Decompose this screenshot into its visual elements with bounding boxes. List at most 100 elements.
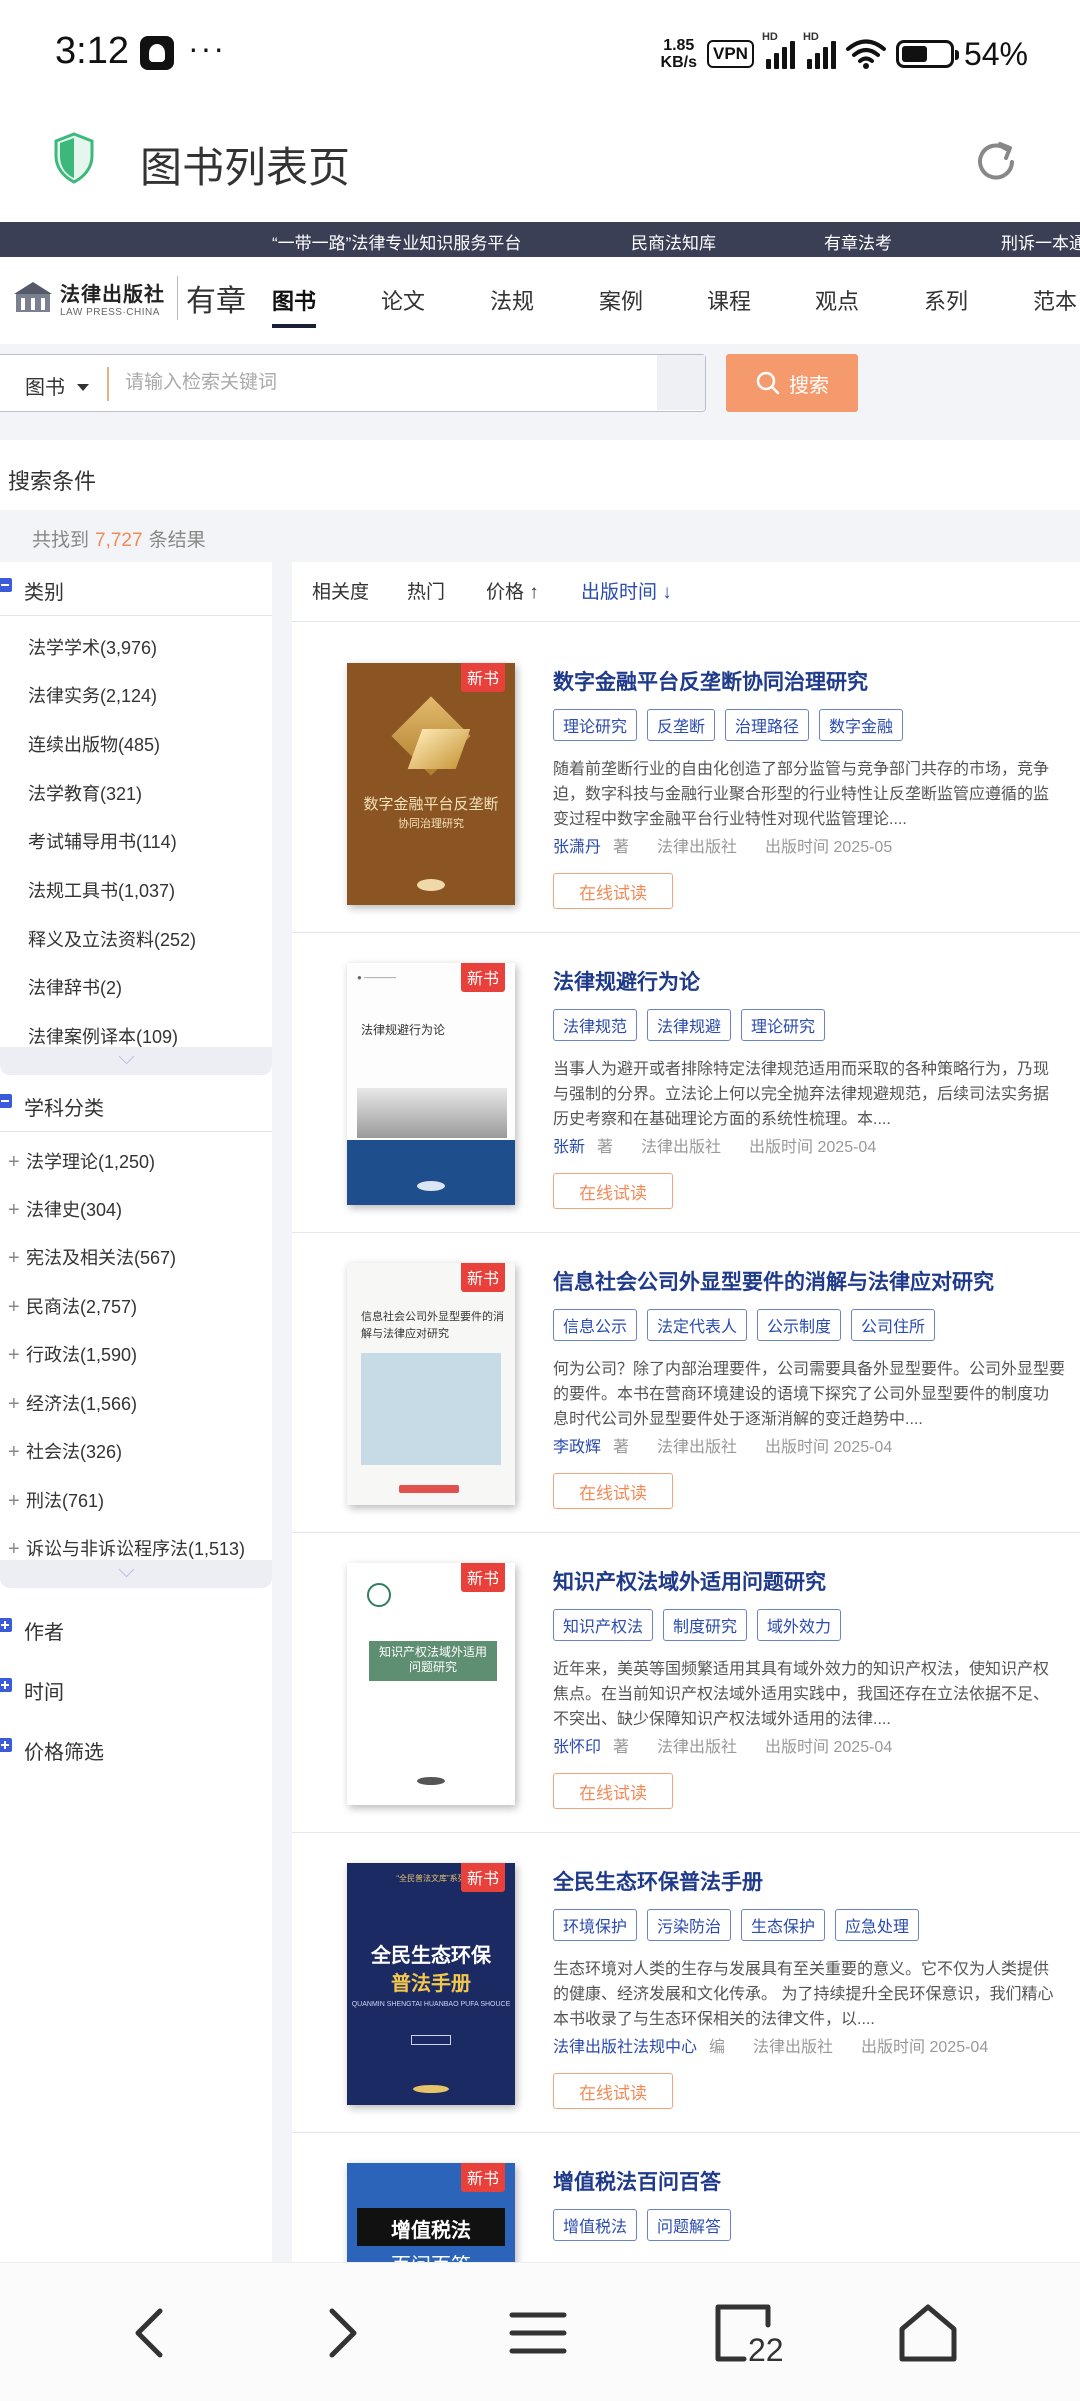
book-cover[interactable]: 新书 知识产权法域外适用 问题研究 [347,1563,515,1805]
discipline-item[interactable]: + 宪法及相关法(567) [8,1244,176,1270]
book-tag[interactable]: 污染防治 [647,1909,732,1941]
book-author[interactable]: 李政辉 [553,1439,601,1456]
book-title[interactable]: 全民生态环保普法手册 [553,1866,763,1896]
site-logo[interactable]: 法律出版社 LAW PRESS·CHINA 有章 [12,276,246,320]
sort-price[interactable]: 价格 ↑ [486,577,539,604]
top-link-civil-law[interactable]: 民商法知库 [631,229,716,254]
search-input[interactable] [125,363,645,403]
book-cover[interactable]: 新书 信息社会公司外显型要件的消解与法律应对研究 [347,1263,515,1505]
filter-category-header[interactable]: 类别 [0,562,272,616]
discipline-item[interactable]: + 行政法(1,590) [8,1341,137,1367]
book-author[interactable]: 张潇丹 [553,839,601,856]
search-button[interactable]: 搜索 [726,354,858,412]
discipline-item[interactable]: + 诉讼与非诉讼程序法(1,513) [8,1535,245,1561]
book-tag[interactable]: 环境保护 [553,1909,638,1941]
sort-popular[interactable]: 热门 [407,577,445,604]
discipline-item[interactable]: + 经济法(1,566) [8,1390,137,1416]
book-tag[interactable]: 域外效力 [757,1609,842,1641]
category-item[interactable]: 考试辅导用书(114) [28,828,177,854]
book-role: 著 [613,839,630,856]
read-online-button[interactable]: 在线试读 [553,2073,673,2109]
book-cover[interactable]: 新书 ● ———— 法律规避行为论 [347,963,515,1205]
book-tag[interactable]: 法定代表人 [647,1309,748,1341]
book-cover[interactable]: 新书 “全民普法文库”系列 全民生态环保 普法手册 QUANMIN SHENGT… [347,1863,515,2105]
menu-button[interactable] [506,2301,570,2365]
book-tag[interactable]: 法律规避 [647,1009,732,1041]
book-tag[interactable]: 信息公示 [553,1309,638,1341]
book-tag[interactable]: 制度研究 [663,1609,748,1641]
top-link-exam[interactable]: 有章法考 [824,229,892,254]
nav-tab-regulations[interactable]: 法规 [490,284,534,316]
nav-tab-opinions[interactable]: 观点 [815,284,859,316]
book-title[interactable]: 法律规避行为论 [553,966,700,996]
book-title[interactable]: 信息社会公司外显型要件的消解与法律应对研究 [553,1266,994,1296]
book-tag[interactable]: 法律规范 [553,1009,638,1041]
book-title[interactable]: 数字金融平台反垄断协同治理研究 [553,666,868,696]
book-tag[interactable]: 应急处理 [835,1909,920,1941]
discipline-item[interactable]: + 法学理论(1,250) [8,1148,155,1174]
nav-tab-cases[interactable]: 案例 [599,284,643,316]
read-online-button[interactable]: 在线试读 [553,1473,673,1509]
top-link-criminal[interactable]: 刑诉一本通 [1001,229,1080,254]
book-cover[interactable]: 新书 数字金融平台反垄断 协同治理研究 [347,663,515,905]
book-author[interactable]: 法律出版社法规中心 [553,2039,697,2056]
category-item[interactable]: 释义及立法资料(252) [28,926,196,952]
book-tag[interactable]: 反垄断 [647,709,716,741]
nav-tab-courses[interactable]: 课程 [707,284,751,316]
sort-relevance[interactable]: 相关度 [312,577,369,604]
book-tag[interactable]: 问题解答 [647,2209,732,2241]
tabs-button[interactable]: 22 [708,2301,788,2368]
browser-title-bar: 图书列表页 [0,108,1080,220]
read-online-button[interactable]: 在线试读 [553,873,673,909]
top-link-belt-road[interactable]: “一带一路”法律专业知识服务平台 [272,229,521,254]
book-tag[interactable]: 治理路径 [725,709,810,741]
read-online-button[interactable]: 在线试读 [553,1773,673,1809]
discipline-item[interactable]: + 刑法(761) [8,1487,104,1513]
book-tag[interactable]: 理论研究 [741,1009,826,1041]
battery-icon [895,40,959,68]
nav-tab-books[interactable]: 图书 [272,284,317,328]
book-meta: 张新著 法律出版社 出版时间 2025-04 [553,1133,876,1157]
read-online-button[interactable]: 在线试读 [553,1173,673,1209]
search-type-select[interactable]: 图书 [25,371,89,400]
expand-categories-toggle[interactable] [0,1047,272,1075]
forward-button[interactable] [308,2301,372,2365]
reload-icon[interactable] [970,136,1022,188]
book-tag[interactable]: 数字金融 [819,709,904,741]
filter-author-header[interactable]: 作者 [0,1602,272,1656]
book-title[interactable]: 增值税法百问百答 [553,2166,721,2196]
discipline-item[interactable]: + 社会法(326) [8,1438,122,1464]
back-button[interactable] [120,2301,184,2365]
nav-tab-series[interactable]: 系列 [924,284,968,316]
filter-discipline-header[interactable]: 学科分类 [0,1078,272,1132]
book-tag[interactable]: 公示制度 [757,1309,842,1341]
nav-tab-templates[interactable]: 范本 [1033,284,1077,316]
new-book-badge: 新书 [460,2163,505,2192]
security-shield-icon[interactable] [52,132,96,184]
book-tag[interactable]: 生态保护 [741,1909,826,1941]
book-tag[interactable]: 公司住所 [851,1309,936,1341]
result-suffix: 条结果 [148,530,206,551]
book-author[interactable]: 张怀印 [553,1739,601,1756]
category-item[interactable]: 法学教育(321) [28,780,142,806]
home-button[interactable] [896,2301,960,2365]
discipline-item[interactable]: + 法律史(304) [8,1196,122,1222]
category-item[interactable]: 法律实务(2,124) [28,682,157,708]
category-item[interactable]: 法规工具书(1,037) [28,877,175,903]
category-item[interactable]: 法律案例译本(109) [28,1023,178,1049]
book-tag[interactable]: 理论研究 [553,709,638,741]
book-tag[interactable]: 知识产权法 [553,1609,654,1641]
filter-price-header[interactable]: 价格筛选 [0,1722,272,1776]
discipline-item[interactable]: + 民商法(2,757) [8,1293,137,1319]
sort-publish-date[interactable]: 出版时间 ↓ [581,577,672,604]
expand-disciplines-toggle[interactable] [0,1560,272,1588]
category-item[interactable]: 连续出版物(485) [28,731,160,757]
nav-tab-papers[interactable]: 论文 [381,284,425,316]
book-author[interactable]: 张新 [553,1139,585,1156]
book-tag[interactable]: 增值税法 [553,2209,638,2241]
category-item[interactable]: 法学学术(3,976) [28,634,157,660]
book-title[interactable]: 知识产权法域外适用问题研究 [553,1566,826,1596]
filter-time-header[interactable]: 时间 [0,1662,272,1716]
search-box: 图书 [0,354,706,412]
category-item[interactable]: 法律辞书(2) [28,974,122,1000]
